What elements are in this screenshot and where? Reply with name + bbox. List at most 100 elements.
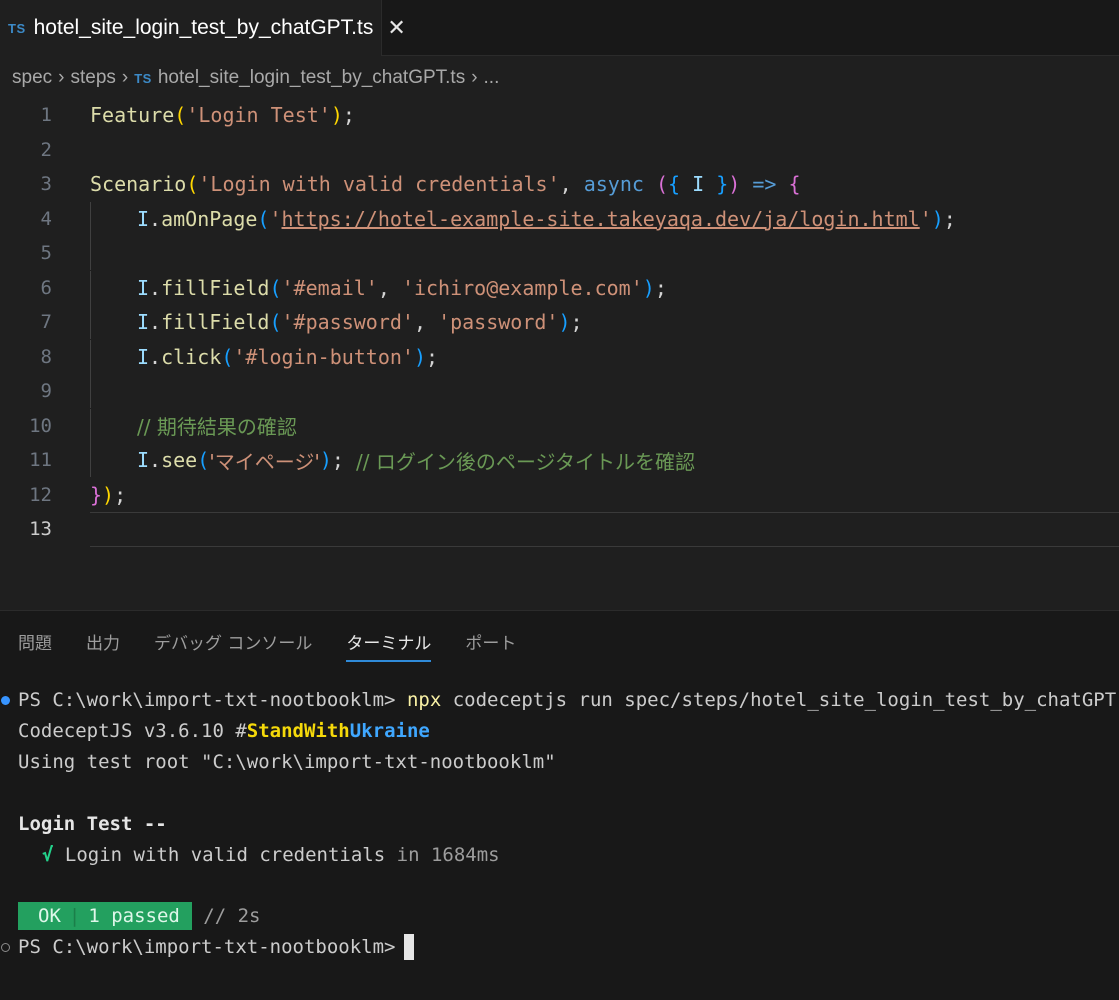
status-ok: OK (38, 905, 61, 927)
terminal-line: Login Test -- (18, 809, 1108, 839)
code-content: I. fillField('#email', 'ichiro@example.co… (90, 270, 1119, 306)
line-number: 5 (40, 242, 52, 265)
terminal-line: PS C:\work\import-txt-nootbooklm> npx co… (0, 685, 1119, 715)
code-token: 'マイページ' (209, 449, 320, 474)
code-line[interactable]: 5 (0, 236, 1119, 271)
code-content: Scenario('Login with valid credentials',… (90, 167, 1119, 202)
line-number: 3 (40, 173, 52, 196)
breadcrumb-item-file[interactable]: hotel_site_login_test_by_chatGPT.ts (158, 67, 465, 89)
code-token: ( (174, 103, 187, 128)
code-line[interactable]: 3 Scenario('Login with valid credentials… (0, 167, 1119, 202)
code-token: ( (655, 172, 669, 197)
close-icon[interactable]: ✕ (387, 15, 405, 41)
code-token: 'ichiro@example.com' (401, 275, 643, 300)
breadcrumb: spec › steps › TS hotel_site_login_test_… (12, 60, 499, 96)
code-token: } (716, 172, 729, 197)
line-number: 11 (29, 449, 52, 472)
code-content (90, 236, 1119, 271)
terminal-line: CodeceptJS v3.6.10 # Stand With Ukraine (18, 716, 1108, 746)
code-token: ; (426, 344, 439, 369)
code-line[interactable]: 11 I. see('マイページ'); // ログイン後のページタイトルを確認 (0, 443, 1119, 478)
code-token: I (137, 275, 150, 300)
code-token: . (149, 448, 162, 473)
code-token: fillField (161, 310, 270, 335)
indent-guide (90, 201, 137, 236)
code-line[interactable]: 7 I. fillField('#password', 'password'); (0, 305, 1119, 340)
breadcrumb-item-spec[interactable]: spec (12, 67, 52, 89)
terminal-text: Using test root "C:\work\import-txt-noot… (18, 751, 556, 773)
code-token: Feature (90, 103, 175, 128)
code-token: I (680, 172, 717, 197)
code-line[interactable]: 4 I. amOnPage(' https://hotel-example-site… (0, 201, 1119, 237)
chevron-right-icon: › (58, 67, 65, 88)
code-line[interactable]: 8 I. click('#login-button'); (0, 339, 1119, 375)
tab-debug-console[interactable]: デバッグ コンソール (154, 629, 312, 662)
terminal-cursor[interactable] (403, 934, 414, 960)
code-token: amOnPage (161, 206, 258, 231)
code-token: . (149, 310, 162, 335)
breadcrumb-item-steps[interactable]: steps (70, 67, 115, 89)
bottom-panel: 問題 出力 デバッグ コンソール ターミナル ポート PS C:\work\im… (0, 610, 1119, 1000)
code-token: ) (642, 275, 655, 300)
code-token: ( (257, 206, 270, 231)
code-token: , (413, 310, 439, 335)
terminal-text: Stand (246, 720, 304, 742)
command-success-dot-icon[interactable] (1, 695, 10, 705)
code-comment: // 期待結果の確認 (137, 415, 297, 440)
code-content: I. click('#login-button'); (90, 339, 1119, 375)
code-token: , (559, 172, 584, 197)
code-token: ) (102, 482, 115, 507)
url-link[interactable]: https://hotel-example-site.takeyaqa.dev/… (282, 207, 920, 231)
code-token: see (161, 448, 198, 473)
code-line[interactable]: 9 (0, 374, 1119, 409)
status-badge: OK | 1 passed (18, 902, 192, 930)
tab-output[interactable]: 出力 (86, 629, 120, 662)
code-token: I (137, 344, 150, 369)
terminal-text: CodeceptJS v3.6.10 # (18, 720, 247, 742)
code-line[interactable]: 12 }); (0, 478, 1119, 513)
code-token: 'password' (438, 310, 559, 335)
code-content (90, 512, 1119, 547)
code-line[interactable]: 1 Feature('Login Test'); (0, 98, 1119, 133)
status-passed: 1 passed (88, 905, 180, 927)
code-content (90, 374, 1119, 409)
code-token: ( (186, 172, 199, 197)
code-token: { (668, 172, 681, 197)
typescript-file-icon: TS (134, 70, 152, 86)
editor-tab-active[interactable]: TS hotel_site_login_test_by_chatGPT.ts ✕ (0, 0, 406, 56)
code-content: I. see('マイページ'); // ログイン後のページタイトルを確認 (90, 443, 1119, 478)
code-token: Scenario (90, 172, 187, 197)
code-token: ; (331, 448, 357, 473)
code-token: ) (728, 172, 741, 197)
code-line[interactable]: 2 (0, 133, 1119, 168)
terminal-scenario: Login with valid credentials (53, 844, 386, 866)
indent-guide (90, 374, 137, 409)
terminal-duration: in 1684ms (385, 844, 500, 866)
tab-terminal[interactable]: ターミナル (346, 629, 432, 662)
code-token: ( (269, 310, 282, 335)
code-content: Feature('Login Test'); (90, 98, 1119, 133)
editor-tab-bar: TS hotel_site_login_test_by_chatGPT.ts ✕ (0, 0, 1119, 56)
terminal-feature: Login Test -- (18, 813, 167, 835)
code-token: '#login-button' (233, 344, 414, 369)
code-editor[interactable]: 1 Feature('Login Test'); 2 3 Scenario('L… (0, 98, 1119, 608)
command-idle-dot-icon[interactable] (1, 942, 10, 952)
code-token: ; (114, 482, 127, 507)
line-number: 1 (40, 104, 52, 127)
line-number: 9 (40, 380, 52, 403)
code-line[interactable]: 6 I. fillField('#email', 'ichiro@example.… (0, 270, 1119, 306)
chevron-right-icon: › (471, 67, 478, 88)
tab-problems[interactable]: 問題 (18, 629, 52, 662)
code-token: I (137, 206, 150, 231)
code-token: ( (269, 275, 282, 300)
code-token: ) (319, 448, 332, 473)
code-token: ; (570, 310, 583, 335)
tab-ports[interactable]: ポート (465, 629, 516, 662)
breadcrumb-item-more[interactable]: ... (484, 67, 500, 89)
terminal-command: npx (406, 689, 442, 711)
code-line[interactable]: 10 // 期待結果の確認 (0, 408, 1119, 444)
code-comment: // ログイン後のページタイトルを確認 (356, 449, 696, 474)
code-line-current[interactable]: 13 (0, 512, 1119, 547)
code-token: } (90, 482, 103, 507)
